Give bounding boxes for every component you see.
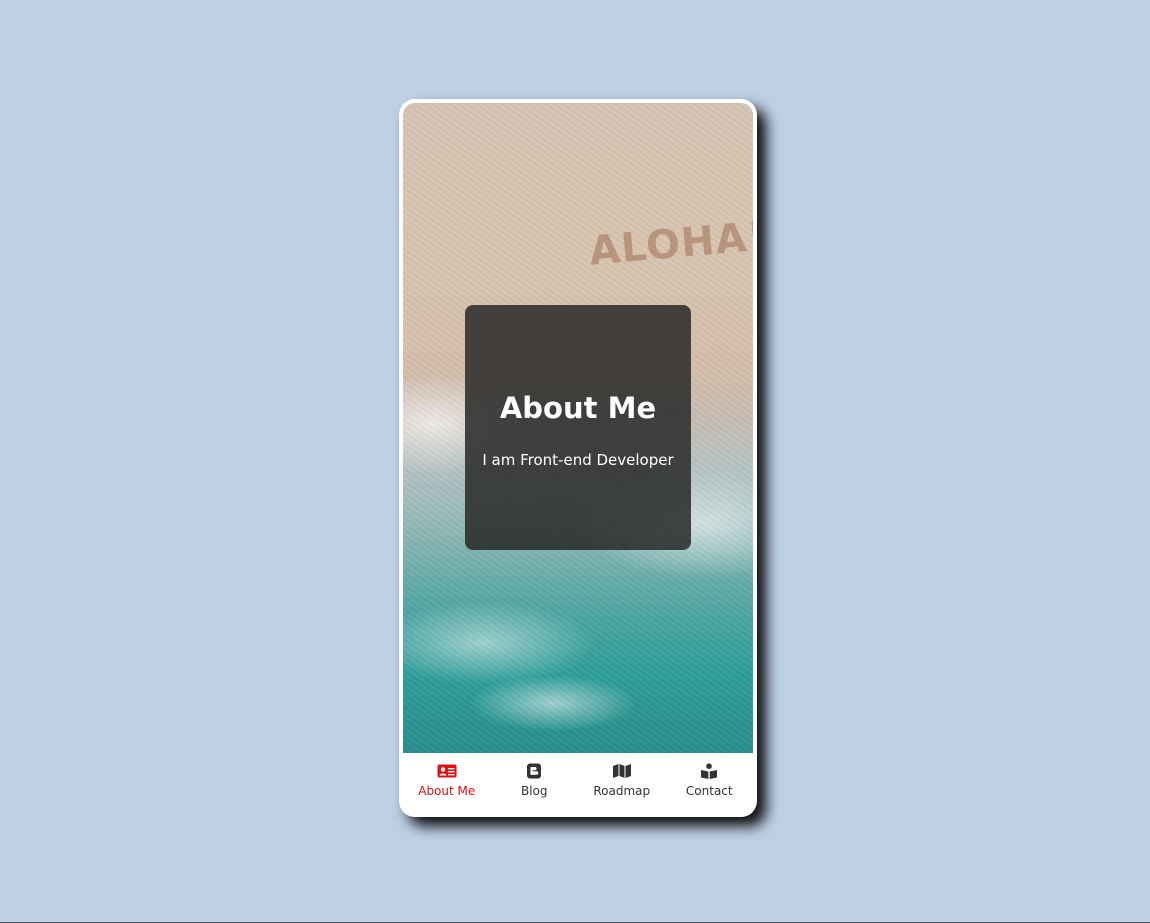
nav-label: About Me <box>418 784 476 798</box>
blogger-icon <box>527 763 542 779</box>
hero-background-image: ALOHA! About Me I am Front-end Developer <box>403 103 753 753</box>
id-card-icon <box>437 764 457 778</box>
map-icon <box>612 764 631 778</box>
phone-frame: ALOHA! About Me I am Front-end Developer… <box>399 99 757 817</box>
nav-label: Contact <box>685 784 733 798</box>
nav-item-blog[interactable]: Blog <box>491 753 579 817</box>
page-subtitle: I am Front-end Developer <box>482 451 674 469</box>
intro-card: About Me I am Front-end Developer <box>465 305 691 550</box>
page-title: About Me <box>499 391 657 425</box>
nav-label: Roadmap <box>593 784 651 798</box>
nav-label: Blog <box>520 784 548 798</box>
nav-item-roadmap[interactable]: Roadmap <box>578 753 666 817</box>
contact-book-icon <box>701 763 718 779</box>
nav-item-contact[interactable]: Contact <box>666 753 754 817</box>
nav-item-about-me[interactable]: About Me <box>403 753 491 817</box>
bottom-navigation: About Me Blog Roadmap Contact <box>403 753 753 817</box>
